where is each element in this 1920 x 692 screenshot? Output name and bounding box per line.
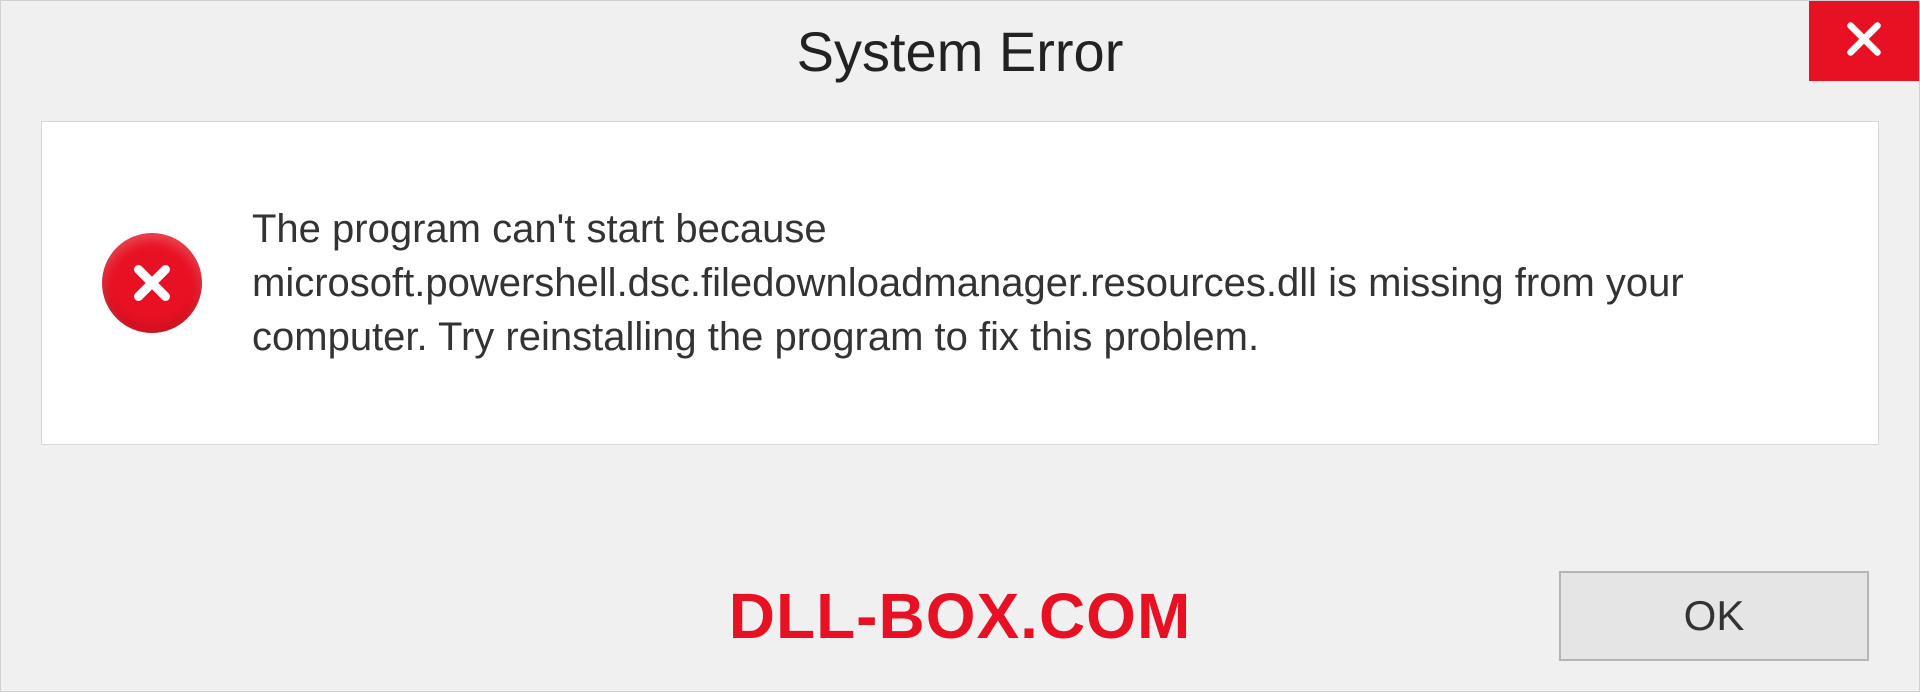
titlebar: System Error (1, 1, 1919, 101)
ok-button-label: OK (1684, 592, 1745, 640)
watermark-text: DLL-BOX.COM (729, 579, 1192, 653)
content-panel: The program can't start because microsof… (41, 121, 1879, 445)
error-message: The program can't start because microsof… (252, 202, 1818, 364)
error-dialog: System Error The program can't start bec… (0, 0, 1920, 692)
close-icon (1841, 16, 1887, 67)
error-icon (102, 233, 202, 333)
dialog-title: System Error (797, 19, 1124, 84)
close-button[interactable] (1809, 1, 1919, 81)
footer: DLL-BOX.COM OK (1, 561, 1919, 671)
ok-button[interactable]: OK (1559, 571, 1869, 661)
